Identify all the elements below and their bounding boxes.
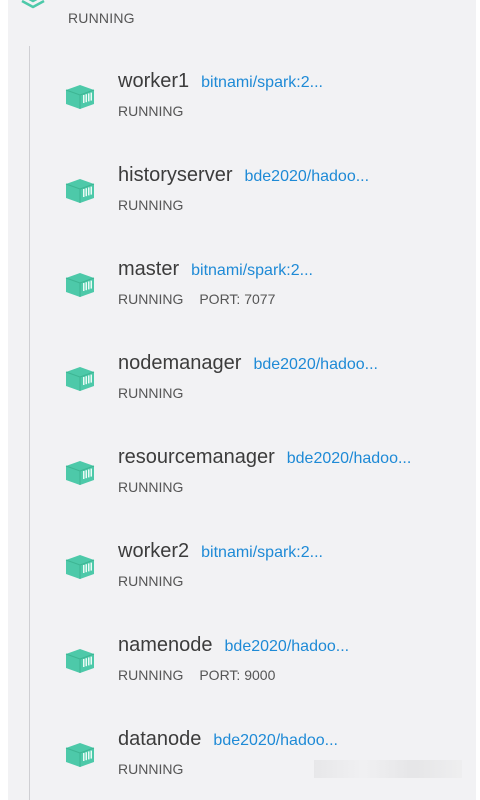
container-port: PORT: 7077: [199, 291, 276, 307]
container-status: RUNNING: [118, 197, 184, 213]
container-cube-icon: [65, 85, 95, 109]
container-status: RUNNING: [118, 573, 184, 589]
container-name: worker1: [118, 70, 190, 92]
container-image-link[interactable]: bde2020/hadoo...: [287, 450, 412, 467]
container-item-master[interactable]: master bitnami/spark:2... RUNNING PORT: 707…: [60, 258, 470, 318]
container-item-worker1[interactable]: worker1 bitnami/spark:2... RUNNING: [60, 70, 470, 130]
container-name: datanode: [118, 728, 202, 750]
container-item-resourcemanager[interactable]: resourcemanager bde2020/hadoo... RUNNING: [60, 446, 470, 506]
container-name: worker2: [118, 540, 190, 562]
container-cube-icon: [65, 461, 95, 485]
container-image-link[interactable]: bitnami/spark:2...: [201, 544, 323, 561]
container-item-historyserver[interactable]: historyserver bde2020/hadoo... RUNNING: [60, 164, 470, 224]
tree-line: [29, 46, 30, 800]
container-name: nodemanager: [118, 352, 242, 374]
container-port: PORT: 9000: [199, 667, 276, 683]
container-item-datanode[interactable]: datanode bde2020/hadoo... RUNNING: [60, 728, 470, 788]
container-cube-icon: [65, 273, 95, 297]
container-name: master: [118, 258, 180, 280]
blurred-watermark: [314, 760, 462, 778]
container-name: resourcemanager: [118, 446, 275, 468]
container-status: RUNNING: [118, 291, 184, 307]
container-cube-icon: [65, 179, 95, 203]
container-cube-icon: [65, 367, 95, 391]
container-image-link[interactable]: bde2020/hadoo...: [213, 732, 338, 749]
container-item-namenode[interactable]: namenode bde2020/hadoo... RUNNING PORT: 900…: [60, 634, 470, 694]
stack-status: RUNNING: [68, 10, 135, 26]
container-cube-icon: [65, 649, 95, 673]
stack-header[interactable]: RUNNING: [8, 0, 476, 40]
container-cube-icon: [65, 555, 95, 579]
container-status: RUNNING: [118, 761, 184, 777]
container-cube-icon: [65, 743, 95, 767]
container-status: RUNNING: [118, 103, 184, 119]
container-name: namenode: [118, 634, 213, 656]
container-image-link[interactable]: bde2020/hadoo...: [244, 168, 369, 185]
container-item-worker2[interactable]: worker2 bitnami/spark:2... RUNNING: [60, 540, 470, 600]
container-image-link[interactable]: bde2020/hadoo...: [253, 356, 378, 373]
container-image-link[interactable]: bde2020/hadoo...: [225, 638, 350, 655]
container-status: RUNNING: [118, 667, 184, 683]
container-name: historyserver: [118, 164, 233, 186]
container-status: RUNNING: [118, 385, 184, 401]
container-item-nodemanager[interactable]: nodemanager bde2020/hadoo... RUNNING: [60, 352, 470, 412]
container-image-link[interactable]: bitnami/spark:2...: [201, 74, 323, 91]
container-image-link[interactable]: bitnami/spark:2...: [191, 262, 313, 279]
container-status: RUNNING: [118, 479, 184, 495]
layers-icon: [21, 0, 45, 9]
